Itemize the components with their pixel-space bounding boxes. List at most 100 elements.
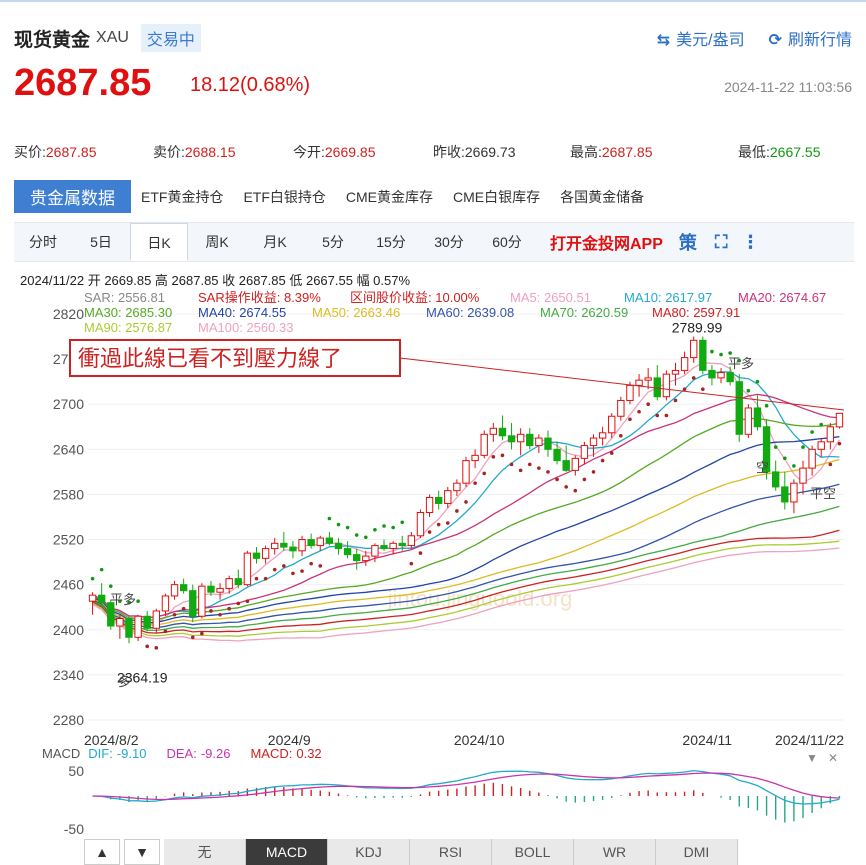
candle[interactable] [826, 423, 835, 450]
sar-dot [172, 612, 177, 617]
indicator-button[interactable]: WR [574, 839, 656, 865]
indicator-button[interactable]: KDJ [328, 839, 410, 865]
candle[interactable] [653, 365, 661, 401]
period-tab[interactable]: 5日 [72, 232, 130, 252]
candle[interactable] [198, 583, 206, 619]
category-tab[interactable]: 各国黄金储备 [550, 183, 654, 211]
candle[interactable] [289, 541, 297, 559]
candle[interactable] [699, 336, 707, 375]
category-tab[interactable]: 贵金属数据 [14, 180, 131, 213]
candle[interactable] [298, 535, 306, 557]
candle[interactable] [544, 430, 552, 457]
candle[interactable] [271, 538, 279, 555]
candle[interactable] [735, 374, 743, 442]
category-tab[interactable]: CME白银库存 [443, 183, 550, 211]
fullscreen-icon[interactable]: ⛶ [715, 232, 728, 253]
sar-dot [345, 525, 350, 530]
candle[interactable] [799, 460, 807, 495]
candle[interactable] [334, 538, 343, 555]
period-tab[interactable]: 60分 [478, 232, 536, 252]
category-tab[interactable]: ETF白银持仓 [233, 183, 335, 211]
candle[interactable] [216, 583, 224, 600]
candle[interactable] [161, 593, 170, 617]
candle[interactable] [835, 412, 844, 429]
period-tab[interactable]: 日K [130, 223, 188, 261]
candle[interactable] [817, 438, 825, 457]
macd-collapse-icon[interactable]: ▼ [806, 751, 818, 765]
scroll-up-button[interactable]: ▲ [84, 839, 120, 865]
candle[interactable] [580, 441, 589, 465]
candle[interactable] [280, 532, 288, 551]
indicator-button[interactable]: BOLL [492, 839, 574, 865]
candle[interactable] [125, 616, 133, 644]
candle[interactable] [343, 541, 352, 559]
candle[interactable] [234, 569, 242, 589]
kline-chart[interactable]: 2820276027002640258025202460240023402280… [0, 286, 866, 838]
candle[interactable] [489, 423, 498, 442]
candle[interactable] [498, 415, 507, 441]
candle[interactable] [471, 449, 479, 469]
candle[interactable] [671, 362, 680, 386]
period-tab[interactable]: 月K [246, 232, 304, 252]
macd-close-icon[interactable]: ✕ [828, 751, 838, 765]
candle[interactable] [325, 532, 334, 546]
candle[interactable] [781, 471, 789, 510]
candle[interactable] [416, 509, 425, 539]
candle[interactable] [389, 541, 397, 555]
candle[interactable] [480, 430, 488, 459]
candle[interactable] [407, 532, 416, 549]
category-tab[interactable]: CME黄金库存 [336, 183, 443, 211]
candle[interactable] [598, 426, 607, 446]
period-tab[interactable]: 15分 [362, 232, 420, 252]
indicator-button[interactable]: 无 [164, 839, 246, 865]
refresh-button[interactable]: ⟳ 刷新行情 [769, 26, 852, 50]
scroll-down-button[interactable]: ▼ [124, 839, 160, 865]
candle[interactable] [252, 547, 261, 564]
period-tab[interactable]: 周K [188, 232, 246, 252]
indicator-button[interactable]: MACD [246, 839, 328, 865]
candle[interactable] [507, 423, 516, 450]
period-tab[interactable]: 5分 [304, 232, 362, 252]
indicator-button[interactable]: DMI [656, 839, 738, 865]
candle[interactable] [790, 479, 798, 514]
candle[interactable] [617, 396, 625, 421]
candle[interactable] [717, 368, 725, 384]
candle[interactable] [261, 545, 270, 564]
candle[interactable] [143, 610, 151, 632]
candle[interactable] [516, 428, 525, 456]
candle[interactable] [152, 608, 161, 633]
candle[interactable] [535, 434, 543, 454]
candle[interactable] [453, 479, 461, 496]
candle[interactable] [307, 533, 315, 549]
candle[interactable] [170, 580, 179, 600]
candle[interactable] [353, 548, 361, 570]
category-tabs: 贵金属数据 ETF黄金持仓 ETF白银持仓 CME黄金库存 CME白银库存 各国黄金储备 [14, 180, 654, 213]
candle[interactable] [680, 351, 689, 375]
candle[interactable] [708, 365, 716, 386]
indicator-button[interactable]: RSI [410, 839, 492, 865]
unit-switch-button[interactable]: ⇆ 美元/盎司 [657, 26, 745, 50]
stat-label: 昨收: [433, 144, 465, 160]
candle[interactable] [571, 455, 579, 476]
candle[interactable] [462, 456, 470, 487]
candle[interactable] [434, 490, 443, 510]
candle[interactable] [771, 460, 780, 491]
category-tab[interactable]: ETF黄金持仓 [131, 183, 233, 211]
period-tab[interactable]: 30分 [420, 232, 478, 252]
candle[interactable] [134, 614, 142, 642]
strategy-icon[interactable]: 策 [679, 229, 697, 255]
candle[interactable] [644, 368, 652, 390]
candle[interactable] [662, 370, 671, 401]
candle[interactable] [744, 404, 753, 439]
open-app-link[interactable]: 打开金投网APP [550, 230, 663, 254]
candle[interactable] [243, 550, 252, 587]
candle[interactable] [189, 584, 197, 623]
candle[interactable] [808, 445, 816, 476]
candle[interactable] [380, 539, 388, 551]
period-tab[interactable]: 分时 [14, 232, 72, 252]
candle[interactable] [179, 578, 188, 594]
candle[interactable] [526, 428, 534, 450]
candle[interactable] [425, 494, 434, 517]
more-icon[interactable]: ⋮ [742, 232, 760, 253]
candle[interactable] [316, 535, 324, 551]
